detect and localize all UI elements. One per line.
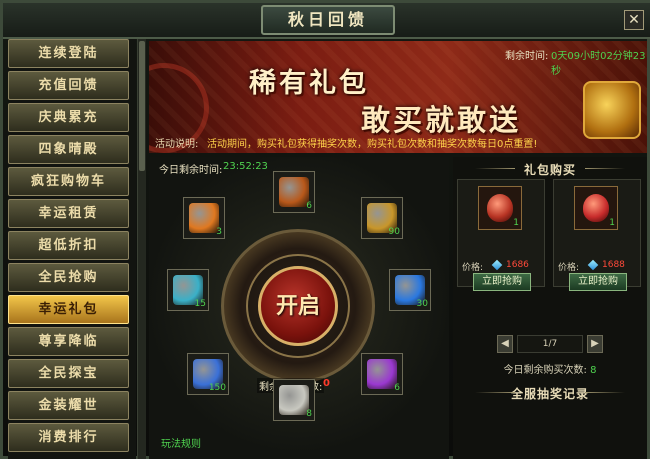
server-draw-record-title: 全服抽奖记录 xyxy=(510,387,589,401)
shop-title: 礼包购买 xyxy=(523,163,576,177)
today-buy-remaining: 今日剩余购买次数: 8 xyxy=(453,361,647,376)
price-value: 1688 xyxy=(602,260,625,270)
package-count: 1 xyxy=(609,218,615,228)
banner-title-line2: 敢买就敢送 xyxy=(361,103,522,137)
diamond-icon xyxy=(587,259,599,271)
sidebar-item[interactable]: 充值回馈 xyxy=(8,71,129,100)
package-icon-frame[interactable]: 1 xyxy=(574,186,618,230)
ornament-right xyxy=(585,168,625,169)
ornament-left xyxy=(475,168,515,169)
package-card: 1 价格: 1688 立即抢购 xyxy=(553,179,641,291)
prize-slot[interactable]: 30 xyxy=(389,269,431,311)
ornament-right xyxy=(585,392,625,393)
prize-count: 3 xyxy=(216,227,222,237)
scrollbar-thumb[interactable] xyxy=(139,41,145,171)
sidebar-item[interactable]: 全民探宝 xyxy=(8,359,129,388)
banner-title-line1: 稀有礼包 xyxy=(249,68,369,99)
sidebar-item[interactable]: 四象晴殿 xyxy=(8,135,129,164)
prev-page-button[interactable]: ◀ xyxy=(497,335,513,353)
price-row: 价格: 1688 xyxy=(558,259,638,273)
close-button[interactable]: ✕ xyxy=(624,10,644,30)
package-icon-frame[interactable]: 1 xyxy=(478,186,522,230)
sidebar-item[interactable]: 超低折扣 xyxy=(8,231,129,260)
red-gift-box-icon xyxy=(583,194,609,222)
prize-slot[interactable]: 3 xyxy=(183,197,225,239)
today-buy-label: 今日剩余购买次数: xyxy=(503,365,587,376)
sidebar-scrollbar[interactable] xyxy=(137,39,146,459)
sidebar-item[interactable]: 全民抢购 xyxy=(8,263,129,292)
remaining-time-value: 0天09小时02分钟23秒 xyxy=(551,51,646,77)
price-label: 价格: xyxy=(558,263,580,273)
prize-count: 6 xyxy=(394,383,400,393)
red-gift-bag-icon xyxy=(487,194,513,222)
sidebar-item[interactable]: 尊享降临 xyxy=(8,327,129,356)
next-page-button[interactable]: ▶ xyxy=(587,335,603,353)
sidebar-item[interactable]: 连续登陆 xyxy=(8,39,129,68)
page-indicator: 1/7 xyxy=(517,335,583,353)
lottery-panel: 今日剩余时间: 23:52:23 开启 剩余抽奖次数: 0 3 6 90 15 … xyxy=(149,157,449,459)
event-banner: 稀有礼包 敢买就敢送 剩余时间: 0天09小时02分钟23秒 活动说明: 活动期… xyxy=(149,41,647,153)
prize-count: 8 xyxy=(306,409,312,419)
prize-slot[interactable]: 150 xyxy=(187,353,229,395)
treasure-chest-icon xyxy=(279,177,309,207)
event-desc-label: 活动说明: xyxy=(155,139,199,150)
shop-header: 礼包购买 xyxy=(453,159,647,177)
sidebar-item[interactable]: 金装耀世 xyxy=(8,391,129,420)
prize-slot[interactable]: 90 xyxy=(361,197,403,239)
record-header: 全服抽奖记录 xyxy=(453,383,647,401)
remaining-draws-value: 0 xyxy=(323,378,330,389)
sidebar-item[interactable]: 幸运礼包 xyxy=(8,295,129,324)
sidebar-item[interactable]: 疯狂购物车 xyxy=(8,167,129,196)
rules-link[interactable]: 玩法规则 xyxy=(161,435,201,450)
price-value: 1686 xyxy=(506,260,529,270)
sidebar-item[interactable]: 幸运租赁 xyxy=(8,199,129,228)
buy-now-button[interactable]: 立即抢购 xyxy=(473,273,531,291)
sidebar-item[interactable]: 庆典累充 xyxy=(8,103,129,132)
event-desc-text: 活动期间，购买礼包获得抽奖次数，购买礼包次数和抽奖次数每日0点重置! xyxy=(207,139,538,150)
package-card: 1 价格: 1686 立即抢购 xyxy=(457,179,545,291)
sidebar-item[interactable]: 消费排行 xyxy=(8,423,129,452)
prize-slot[interactable]: 8 xyxy=(273,379,315,421)
ornament-left xyxy=(475,392,515,393)
window-title: 秋日回馈 xyxy=(261,5,395,35)
treasure-chest-decoration xyxy=(583,81,641,139)
remaining-time-label: 剩余时间: xyxy=(505,51,549,62)
prize-slot[interactable]: 15 xyxy=(167,269,209,311)
package-count: 1 xyxy=(513,218,519,228)
main-panel: 稀有礼包 敢买就敢送 剩余时间: 0天09小时02分钟23秒 活动说明: 活动期… xyxy=(149,39,647,459)
orange-crystal-icon xyxy=(189,203,219,233)
price-label: 价格: xyxy=(462,263,484,273)
prize-slot[interactable]: 6 xyxy=(273,171,315,213)
package-shop: 礼包购买 1 价格: 1686 立即抢购 1 价格: 1688 立即抢购 ◀ 1/7… xyxy=(453,157,647,459)
buy-now-button[interactable]: 立即抢购 xyxy=(569,273,627,291)
prize-count: 6 xyxy=(306,201,312,211)
window-titlebar: 秋日回馈 ✕ xyxy=(3,3,650,39)
open-lottery-button[interactable]: 开启 xyxy=(258,266,338,346)
prize-count: 150 xyxy=(208,383,226,393)
silver-feather-icon xyxy=(279,385,309,415)
prize-slot[interactable]: 6 xyxy=(361,353,403,395)
today-countdown-label: 今日剩余时间: xyxy=(159,165,223,176)
prize-count: 30 xyxy=(416,299,428,309)
price-row: 价格: 1686 xyxy=(462,259,542,273)
purple-gem-icon xyxy=(367,359,397,389)
package-pager: ◀ 1/7 ▶ xyxy=(497,335,603,353)
prize-count: 90 xyxy=(388,227,400,237)
today-buy-value: 8 xyxy=(590,365,597,376)
today-countdown-value: 23:52:23 xyxy=(223,161,268,172)
prize-count: 15 xyxy=(194,299,206,309)
diamond-icon xyxy=(491,259,503,271)
